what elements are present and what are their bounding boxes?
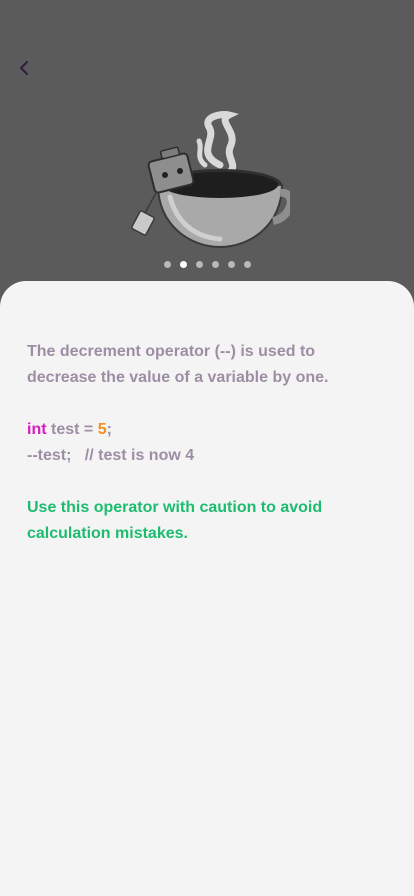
lesson-card: The decrement operator (--) is used to d… bbox=[0, 281, 414, 896]
page-dot[interactable] bbox=[211, 261, 219, 268]
page-dot[interactable] bbox=[243, 261, 251, 268]
code-assignment: test = bbox=[46, 421, 98, 438]
page-dot[interactable] bbox=[163, 261, 171, 268]
page-indicator bbox=[0, 261, 414, 268]
page-dot[interactable] bbox=[227, 261, 235, 268]
code-line-2: --test; // test is now 4 bbox=[27, 447, 195, 464]
code-line-1: int test = 5; bbox=[27, 417, 347, 443]
code-snippet: int test = 5; --test; // test is now 4 bbox=[27, 417, 347, 469]
lesson-description: The decrement operator (--) is used to d… bbox=[27, 343, 329, 386]
lesson-content: The decrement operator (--) is used to d… bbox=[27, 339, 347, 547]
page-dot-active[interactable] bbox=[179, 261, 187, 268]
lesson-tip: Use this operator with caution to avoid … bbox=[27, 499, 323, 542]
code-semicolon: ; bbox=[106, 421, 112, 438]
code-keyword: int bbox=[27, 421, 47, 438]
steam-icon bbox=[204, 111, 240, 175]
back-button[interactable] bbox=[12, 56, 36, 80]
page-dot[interactable] bbox=[195, 261, 203, 268]
chevron-left-icon bbox=[20, 61, 28, 75]
top-area bbox=[0, 0, 414, 300]
tea-cup-robot-illustration bbox=[131, 111, 290, 249]
code-number: 5 bbox=[97, 421, 107, 438]
